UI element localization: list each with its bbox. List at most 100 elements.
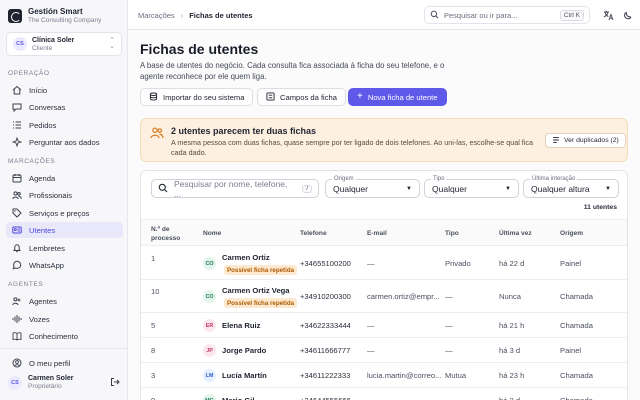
patient-name[interactable]: Carmen Ortiz [222, 253, 270, 262]
sidebar-item-label: Perguntar aos dados [29, 137, 100, 147]
section-label-operacao: OPERAÇÃO [8, 70, 50, 77]
column-header-email[interactable]: E-mail [367, 230, 387, 237]
cell-origem: Chamada [560, 396, 593, 400]
section-label-agentes: AGENTES [8, 281, 44, 288]
table-row[interactable]: 9MGMario Gil+34644555666——há 2 dChamada [141, 388, 627, 400]
cell-telefone: +34655100200 [300, 259, 351, 268]
column-header-origem[interactable]: Origem [560, 230, 583, 237]
cell-ultima-vez: Nunca [499, 292, 521, 301]
list-icon [12, 120, 22, 130]
sidebar-item-agentes[interactable]: Agentes [6, 293, 123, 309]
sidebar-item-label: Agentes [29, 296, 57, 306]
patient-name[interactable]: Jorge Pardo [222, 346, 266, 355]
sidebar-item-agenda[interactable]: Agenda [6, 170, 123, 186]
column-header-nome[interactable]: Nome [203, 230, 221, 237]
sidebar-item-inicio[interactable]: Início [6, 82, 123, 98]
caret-down-icon: ▼ [505, 185, 511, 192]
sidebar-item-perfil[interactable]: O meu perfil [6, 355, 123, 371]
cell-email: carmen.ortiz@empr... [367, 292, 440, 301]
global-search-placeholder: Pesquisar ou ir para... [444, 10, 518, 20]
new-record-button[interactable]: + Nova ficha de utente [348, 88, 447, 106]
user-name: Carmen Soler [28, 375, 74, 382]
tag-icon [12, 208, 22, 218]
brand-subtitle: The Consulting Company [28, 17, 102, 24]
logout-icon[interactable] [110, 377, 120, 389]
sidebar-item-vozes[interactable]: Vozes [6, 311, 123, 327]
brand-logo-icon [8, 8, 22, 23]
cell-email: lucia.martin@correo... [367, 371, 442, 380]
sidebar-item-label: O meu perfil [29, 358, 71, 368]
type-select-label: Tipo [431, 175, 447, 183]
cell-ultima-vez: há 2 d [499, 396, 520, 400]
fields-button[interactable]: Campos da ficha [257, 88, 346, 106]
sidebar-item-lembretes[interactable]: Lembretes [6, 240, 123, 256]
column-header-tipo[interactable]: Tipo [445, 230, 459, 237]
table-row[interactable]: 5 ER Elena Ruiz +34622333444 — — há 21 h Chamad… [141, 313, 627, 338]
last-interaction-select[interactable]: Última interação Qualquer altura ▼ [523, 175, 619, 198]
sidebar-item-utentes[interactable]: Utentes [6, 222, 123, 238]
cell-origem: Painel [560, 259, 582, 268]
cell-email: — [367, 396, 442, 400]
cell-tipo: — [445, 321, 453, 330]
bell-icon [12, 243, 22, 253]
sidebar-item-label: WhatsApp [29, 260, 65, 270]
column-header-numero[interactable]: N.º de processo [151, 225, 199, 243]
table-row[interactable]: 8 JP Jorge Pardo +34611666777 — — há 3 d Painel [141, 338, 627, 363]
sidebar-item-conversas[interactable]: Conversas [6, 99, 123, 115]
column-header-ultima-vez[interactable]: Última vez [499, 230, 532, 237]
type-select[interactable]: Tipo Qualquer ▼ [424, 175, 519, 198]
sidebar-item-perguntar-dados[interactable]: Perguntar aos dados [6, 134, 123, 150]
global-search[interactable]: Pesquisar ou ir para... Ctrl K [424, 6, 590, 24]
patient-name[interactable]: Mario Gil [222, 396, 255, 400]
sidebar-item-label: Conversas [29, 102, 66, 112]
breadcrumb-item-marcacoes[interactable]: Marcações [138, 11, 175, 20]
chevron-up-down-icon: ⌃ ⌄ [109, 37, 115, 50]
origin-select[interactable]: Origem Qualquer ▼ [325, 175, 420, 198]
brand[interactable]: Gestión Smart The Consulting Company [8, 7, 101, 24]
patient-name[interactable]: Elena Ruiz [222, 321, 260, 330]
view-duplicates-button[interactable]: Ver duplicados (2) [545, 133, 626, 148]
sidebar-item-label: Lembretes [29, 243, 65, 253]
patient-name[interactable]: Carmen Ortiz Vega [222, 286, 290, 295]
duplicate-badge: Possível ficha repetida [224, 265, 298, 275]
duplicates-alert: 2 utentes parecem ter duas fichas A mesm… [140, 118, 628, 162]
sidebar-item-whatsapp[interactable]: WhatsApp [6, 257, 123, 273]
column-header-telefone[interactable]: Telefone [300, 230, 327, 237]
table-row[interactable]: 10 CO Carmen Ortiz Vega Possível ficha repe… [141, 280, 627, 313]
cell-numero: 9 [151, 396, 155, 400]
fields-button-label: Campos da ficha [280, 92, 337, 102]
cell-email: — [367, 346, 375, 355]
sidebar-item-pedidos[interactable]: Pedidos [6, 117, 123, 133]
sidebar-item-conhecimento[interactable]: Conhecimento [6, 328, 123, 344]
sidebar-item-servicos[interactable]: Serviços e preços [6, 205, 123, 221]
sidebar-item-profissionais[interactable]: Profissionais [6, 187, 123, 203]
patients-table: Pesquisar por nome, telefone, ... / Orig… [140, 170, 628, 400]
last-interaction-label: Última interação [530, 175, 578, 183]
chevron-right-icon: › [180, 11, 184, 20]
cell-numero: 8 [151, 346, 156, 355]
sidebar-item-label: Agenda [29, 173, 56, 183]
table-row[interactable]: 3 LM Lucía Martín +34611222333 lucia.martin@… [141, 363, 627, 388]
user-role: Proprietário [28, 383, 62, 390]
import-button[interactable]: Importar do seu sistema [140, 88, 254, 106]
cell-origem: Chamada [560, 321, 593, 330]
search-shortcut: / [302, 184, 312, 193]
dark-mode-icon[interactable] [622, 9, 634, 21]
cell-telefone: +34644555666 [300, 396, 364, 400]
search-icon [158, 183, 168, 195]
translate-icon[interactable] [602, 9, 614, 21]
alert-text: A mesma pessoa com duas fichas, quase se… [171, 138, 533, 157]
patient-name[interactable]: Lucía Martín [222, 371, 267, 380]
cell-numero: 5 [151, 321, 156, 330]
cell-telefone: +34910200300 [300, 292, 351, 301]
breadcrumb: Marcações › Fichas de utentes [138, 11, 253, 20]
table-search-input[interactable]: Pesquisar por nome, telefone, ... / [151, 179, 319, 199]
cell-telefone: +34611222333 [300, 371, 351, 380]
sidebar-item-label: Pedidos [29, 120, 57, 130]
workspace-switcher[interactable]: CS Clínica Soler Cliente ⌃ ⌄ [6, 32, 122, 56]
cell-tipo: — [445, 396, 453, 400]
main-content: Fichas de utentes A base de utentes do n… [128, 30, 640, 400]
table-row[interactable]: 1 CO Carmen Ortiz Possível ficha repetida +3… [141, 247, 627, 280]
plus-icon: + [357, 91, 363, 102]
cell-email: — [367, 321, 375, 330]
